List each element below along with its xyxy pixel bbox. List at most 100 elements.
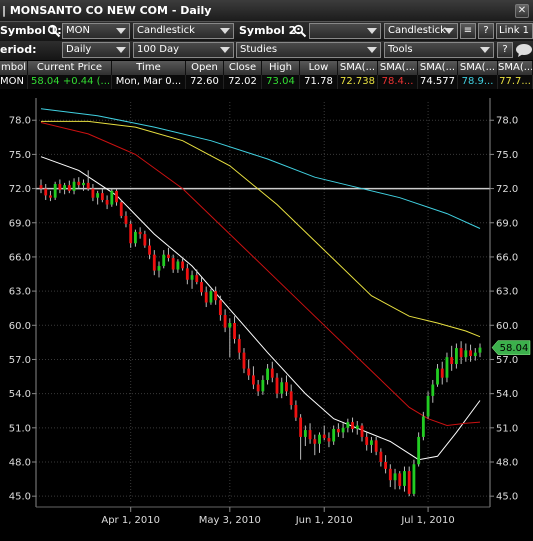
candle-body: [426, 395, 430, 417]
sma-cell: 74.577: [418, 75, 458, 89]
link-label: Link 1: [499, 25, 530, 36]
y-tick-label-left: 75.0: [9, 150, 31, 161]
candle-body: [388, 468, 392, 481]
candle-body: [370, 440, 373, 445]
column-header[interactable]: SMA(...: [338, 61, 378, 75]
candle-body: [473, 352, 477, 357]
candle-body: [233, 323, 236, 339]
link-button[interactable]: Link 1: [496, 23, 533, 39]
y-tick-label-right: 45.0: [496, 492, 518, 503]
candle-body: [58, 184, 62, 190]
y-tick-label-right: 48.0: [496, 457, 518, 468]
candle-body: [119, 202, 123, 216]
column-header[interactable]: Time: [112, 61, 186, 75]
chevron-down-icon: [116, 28, 126, 34]
candle-body: [67, 185, 71, 191]
chart-style-select[interactable]: Candlestick: [133, 23, 234, 39]
candle-body: [478, 347, 482, 353]
candle-body: [294, 405, 298, 418]
low-cell: 71.78: [300, 75, 338, 89]
symbol2-label: Symbol 2:: [239, 24, 301, 37]
search-icon[interactable]: [47, 24, 61, 38]
price-chart[interactable]: 45.0 45.0 48.0 48.0 51.0 51.0 54.0 54.0 57.0 57.0…: [0, 90, 533, 541]
column-header[interactable]: Close: [224, 61, 262, 75]
y-tick-label-left: 63.0: [9, 287, 31, 298]
chevron-down-icon: [480, 47, 490, 53]
candle-body: [82, 182, 85, 186]
symbol2-select[interactable]: [309, 23, 381, 39]
chart-style2-select[interactable]: Candlestick: [384, 23, 458, 39]
candle-body: [115, 190, 118, 203]
candle-body: [218, 300, 222, 316]
current-price-value: 58.04: [31, 76, 60, 87]
x-tick-label: Jul 1, 2010: [400, 515, 454, 526]
candle-body: [185, 268, 189, 280]
candle-body: [459, 348, 463, 358]
column-header[interactable]: Open: [186, 61, 224, 75]
symbol1-select[interactable]: MON: [62, 23, 130, 39]
symbol-toolbar: Symbol 1: MON Candlestick Symbol 2: Cand…: [0, 22, 533, 41]
column-header[interactable]: mbol: [0, 61, 28, 75]
column-header[interactable]: SMA(...: [418, 61, 458, 75]
menu-icon[interactable]: ≡: [460, 23, 476, 39]
candle-body: [44, 188, 48, 196]
candle-body: [407, 471, 411, 494]
candle-body: [242, 352, 246, 369]
candle-body: [285, 382, 288, 392]
current-price-cell: 58.04 +0.44 (...: [28, 75, 112, 89]
y-tick-label-left: 69.0: [9, 218, 31, 229]
column-header[interactable]: SMA(...: [378, 61, 418, 75]
y-tick-label-right: 57.0: [496, 355, 518, 366]
sma-cell: 72.738: [338, 75, 378, 89]
period-label: eriod:: [0, 43, 37, 56]
candle-body: [341, 427, 345, 433]
candle-body: [252, 375, 255, 385]
candle-body: [214, 291, 218, 301]
candle-body: [266, 368, 269, 380]
price-change-value: +0.44 (...: [62, 76, 111, 87]
x-tick-label: Apr 1, 2010: [101, 515, 160, 526]
help-icon[interactable]: ?: [478, 23, 494, 39]
tools-label: Tools: [388, 44, 413, 55]
candle-body: [63, 185, 67, 190]
column-header[interactable]: SMA(...: [458, 61, 498, 75]
candle-body: [436, 368, 439, 385]
candle-body: [360, 425, 364, 437]
candle-body: [152, 254, 156, 271]
help-icon[interactable]: ?: [497, 42, 513, 58]
candle-body: [440, 368, 444, 378]
period-toolbar: eriod: Daily 100 Day Studies Tools ?: [0, 41, 533, 60]
candle-body: [124, 215, 128, 224]
chat-icon[interactable]: [515, 43, 533, 58]
candle-body: [176, 261, 180, 270]
window-titlebar: | MONSANTO CO NEW COM - Daily ✕: [0, 0, 533, 22]
chevron-down-icon: [367, 28, 377, 34]
search-icon[interactable]: [293, 24, 307, 38]
tools-select[interactable]: Tools: [384, 42, 494, 58]
studies-select[interactable]: Studies: [236, 42, 381, 58]
chevron-down-icon: [444, 28, 454, 34]
period-select[interactable]: Daily: [62, 42, 130, 58]
candle-body: [454, 348, 458, 365]
candle-body: [270, 368, 274, 378]
y-tick-label-right: 72.0: [496, 184, 518, 195]
candle-body: [336, 428, 340, 433]
range-select[interactable]: 100 Day: [133, 42, 234, 58]
candle-body: [223, 315, 227, 328]
close-icon[interactable]: ✕: [515, 4, 529, 18]
y-tick-label-left: 60.0: [9, 321, 31, 332]
candle-body: [327, 438, 331, 442]
column-header[interactable]: Low: [300, 61, 338, 75]
candle-body: [351, 422, 354, 429]
y-tick-label-right: 60.0: [496, 321, 518, 332]
candle-body: [303, 430, 307, 437]
candle-body: [157, 266, 161, 271]
sma-cell: 78.4...: [378, 75, 418, 89]
column-header[interactable]: Current Price: [28, 61, 112, 75]
open-cell: 72.60: [186, 75, 224, 89]
column-header[interactable]: High: [262, 61, 300, 75]
y-tick-label-right: 78.0: [496, 116, 518, 127]
candle-body: [464, 350, 468, 358]
column-header[interactable]: SMA(...: [498, 61, 533, 75]
y-tick-label-left: 48.0: [9, 457, 31, 468]
